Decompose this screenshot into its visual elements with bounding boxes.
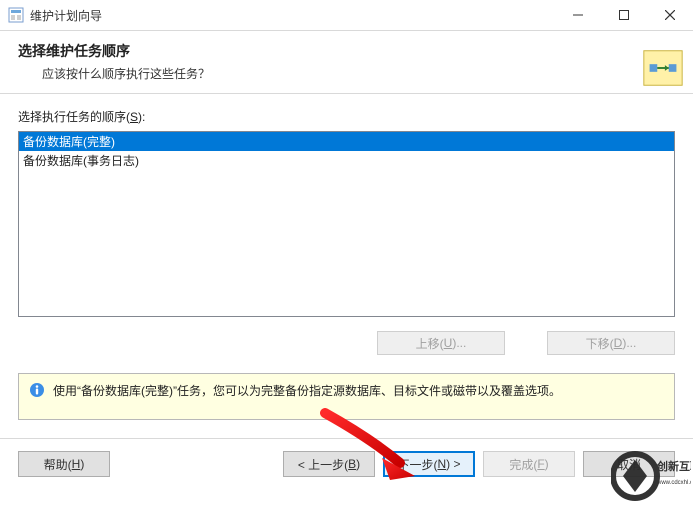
page-title: 选择维护任务顺序 xyxy=(18,41,679,61)
content-area: 选择执行任务的顺序(S): 备份数据库(完整) 备份数据库(事务日志) 上移(U… xyxy=(0,94,693,355)
move-up-button[interactable]: 上移(U)... xyxy=(377,331,505,355)
back-button[interactable]: < 上一步(B) xyxy=(283,451,375,477)
cancel-button[interactable]: 取消 xyxy=(583,451,675,477)
list-item[interactable]: 备份数据库(事务日志) xyxy=(19,151,674,170)
move-down-button[interactable]: 下移(D)... xyxy=(547,331,675,355)
task-order-listbox[interactable]: 备份数据库(完整) 备份数据库(事务日志) xyxy=(18,131,675,317)
window-title: 维护计划向导 xyxy=(30,7,102,24)
minimize-button[interactable] xyxy=(555,0,601,30)
close-button[interactable] xyxy=(647,0,693,30)
info-text: 使用“备份数据库(完整)”任务，您可以为完整备份指定源数据库、目标文件或磁带以及… xyxy=(53,382,561,399)
page-subtitle: 应该按什么顺序执行这些任务？ xyxy=(42,65,679,82)
wizard-footer: 帮助(H) < 上一步(B) 下一步(N) > 完成(F) 取消 xyxy=(0,439,693,489)
header-decor-icon xyxy=(639,45,687,91)
help-button[interactable]: 帮助(H) xyxy=(18,451,110,477)
list-item[interactable]: 备份数据库(完整) xyxy=(19,132,674,151)
order-label: 选择执行任务的顺序(S): xyxy=(18,108,675,125)
wizard-header: 选择维护任务顺序 应该按什么顺序执行这些任务？ xyxy=(0,30,693,94)
info-box: 使用“备份数据库(完整)”任务，您可以为完整备份指定源数据库、目标文件或磁带以及… xyxy=(18,373,675,420)
app-icon xyxy=(8,7,24,23)
info-icon xyxy=(29,382,45,398)
next-button[interactable]: 下一步(N) > xyxy=(383,451,475,477)
maximize-button[interactable] xyxy=(601,0,647,30)
titlebar: 维护计划向导 xyxy=(0,0,693,30)
finish-button[interactable]: 完成(F) xyxy=(483,451,575,477)
